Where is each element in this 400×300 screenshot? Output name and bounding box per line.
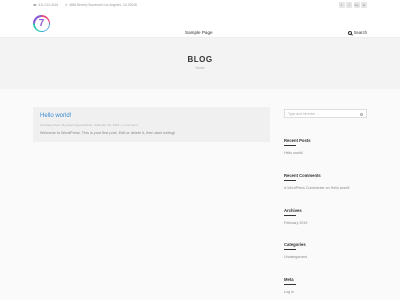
widget-link[interactable]: February 2019 xyxy=(284,221,307,225)
phone-icon: ☎ xyxy=(33,3,37,7)
widget-title: Categories xyxy=(284,242,306,247)
phone-number: 611-012-4416 xyxy=(38,3,59,7)
address: 4558 Beverly Boulevard Los Angeles, CA 9… xyxy=(68,3,137,7)
twitter-icon[interactable]: t xyxy=(346,2,352,8)
widget-title-underline xyxy=(284,180,296,182)
widget-categories: Categories Uncategorized xyxy=(284,242,307,259)
search-placeholder: Type and hit enter ... xyxy=(288,112,319,117)
widget-title: Meta xyxy=(284,277,294,282)
search-button[interactable]: Search xyxy=(347,30,367,35)
contact-info: ☎ 611-012-4416 ⚲ 4558 Beverly Boulevard … xyxy=(33,3,138,7)
post-card: Hello world! Uncategorized • By jaclynng… xyxy=(33,107,270,142)
google-plus-icon[interactable]: G+ xyxy=(353,2,360,8)
widget-link[interactable]: Uncategorized xyxy=(284,255,307,259)
widget-meta: Meta Log in xyxy=(284,277,296,294)
top-bar: ☎ 611-012-4416 ⚲ 4558 Beverly Boulevard … xyxy=(0,0,400,10)
facebook-icon[interactable]: f xyxy=(338,2,345,8)
logo-mark: 7 xyxy=(34,16,49,31)
widget-link[interactable]: Log in xyxy=(284,290,296,294)
search-icon xyxy=(359,112,363,116)
page-hero: BLOG Home xyxy=(0,38,400,89)
sidebar-search-input[interactable]: Type and hit enter ... xyxy=(284,109,367,118)
widget-title-underline xyxy=(284,249,296,251)
social-links: f t G+ in xyxy=(337,2,367,8)
post-meta: Uncategorized • By jaclynnguyenadmin • F… xyxy=(40,123,138,127)
post-title[interactable]: Hello world! xyxy=(40,113,263,119)
widget-title: Recent Posts xyxy=(284,138,311,143)
widget-title: Recent Comments xyxy=(284,173,321,178)
page-title: BLOG xyxy=(187,55,213,64)
widget-title-underline xyxy=(284,215,296,217)
widget-title: Archives xyxy=(284,208,302,213)
widget-title-underline xyxy=(284,284,296,286)
site-header: 7 Sample Page Search xyxy=(0,10,400,38)
widget-link[interactable]: Hello world! xyxy=(284,151,311,155)
widget-recent-posts: Recent Posts Hello world! xyxy=(284,138,311,155)
site-logo[interactable]: 7 xyxy=(33,15,50,32)
widget-link[interactable]: A WordPress Commenter on Hello world! xyxy=(284,186,349,190)
main-content: Hello world! Uncategorized • By jaclynng… xyxy=(0,89,400,300)
search-label: Search xyxy=(353,30,367,35)
post-excerpt: Welcome to WordPress. This is your first… xyxy=(40,131,176,135)
breadcrumb[interactable]: Home xyxy=(0,66,400,70)
linkedin-icon[interactable]: in xyxy=(361,2,367,8)
widget-title-underline xyxy=(284,145,296,147)
location-icon: ⚲ xyxy=(65,3,68,7)
search-icon xyxy=(347,30,352,35)
nav-sample-page[interactable]: Sample Page xyxy=(185,30,213,35)
widget-recent-comments: Recent Comments A WordPress Commenter on… xyxy=(284,173,349,190)
widget-archives: Archives February 2019 xyxy=(284,208,307,225)
